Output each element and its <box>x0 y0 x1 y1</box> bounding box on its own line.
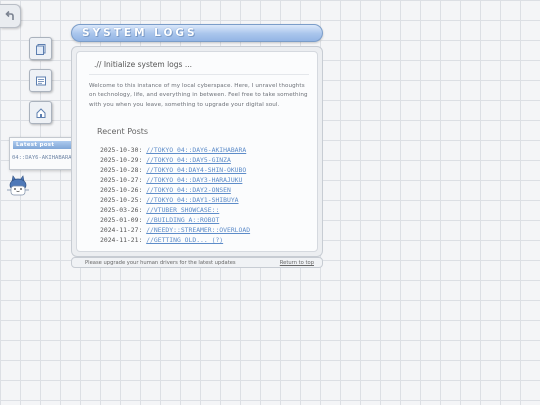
post-row: 2025-10-28: //TOKYO_04:DAY4-SHIN-OKUBO <box>100 166 246 175</box>
document-icon <box>35 43 45 55</box>
posts-button[interactable] <box>29 37 52 60</box>
post-date: 2025-03-26: <box>100 206 143 214</box>
post-link[interactable]: //TOKYO_04::DAY5-GINZA <box>146 156 231 164</box>
window-titlebar[interactable]: SYSTEM LOGS <box>71 24 323 42</box>
window-content: .// Initialize system logs ... Welcome t… <box>76 51 318 252</box>
back-button[interactable] <box>0 4 21 28</box>
window-title: SYSTEM LOGS <box>82 27 198 39</box>
recent-posts-title: Recent Posts <box>97 127 149 136</box>
windows-button[interactable] <box>29 69 52 92</box>
post-link[interactable]: //TOKYO_04:DAY4-SHIN-OKUBO <box>146 166 246 174</box>
post-link[interactable]: //NEEDY::STREAMER::OVERLOAD <box>146 226 250 234</box>
post-row: 2024-11-27: //NEEDY::STREAMER::OVERLOAD <box>100 226 250 235</box>
mascot-icon[interactable] <box>5 173 31 199</box>
page-heading: .// Initialize system logs ... <box>94 60 192 69</box>
post-row: 2024-11-21: //GETTING_OLD... (?) <box>100 236 223 245</box>
heading-divider <box>89 74 309 75</box>
post-row: 2025-10-26: //TOKYO_04::DAY2-ONSEN <box>100 186 231 195</box>
post-link[interactable]: //TOKYO_04::DAY2-ONSEN <box>146 186 231 194</box>
post-date: 2025-10-30: <box>100 146 143 154</box>
back-arrow-icon <box>5 10 14 20</box>
window-icon <box>35 76 46 85</box>
footer-message: Please upgrade your human drivers for th… <box>85 260 236 266</box>
window-footer: Please upgrade your human drivers for th… <box>71 257 323 268</box>
post-row: 2025-10-27: //TOKYO_04::DAY3-HARAJUKU <box>100 176 242 185</box>
intro-text: Welcome to this instance of my local cyb… <box>89 83 308 108</box>
post-date: 2025-01-09: <box>100 216 143 224</box>
post-link[interactable]: //TOKYO_04::DAY1-SHIBUYA <box>146 196 238 204</box>
window-frame: .// Initialize system logs ... Welcome t… <box>71 46 323 257</box>
post-row: 2025-10-29: //TOKYO_04::DAY5-GINZA <box>100 156 231 165</box>
home-icon <box>36 107 45 118</box>
post-row: 2025-03-26: //VTUBER_SHOWCASE:: <box>100 206 219 215</box>
post-date: 2025-10-26: <box>100 186 143 194</box>
post-date: 2024-11-27: <box>100 226 143 234</box>
post-link[interactable]: //VTUBER_SHOWCASE:: <box>146 206 219 214</box>
post-link[interactable]: //BUILDING_A::ROBOT <box>146 216 219 224</box>
post-row: 2025-01-09: //BUILDING_A::ROBOT <box>100 216 219 225</box>
system-logs-window: SYSTEM LOGS .// Initialize system logs .… <box>71 24 323 268</box>
post-row: 2025-10-25: //TOKYO_04::DAY1-SHIBUYA <box>100 196 239 205</box>
post-row: 2025-10-30: //TOKYO_04::DAY6-AKIHABARA <box>100 146 246 155</box>
post-link[interactable]: //TOKYO_04::DAY6-AKIHABARA <box>146 146 246 154</box>
post-date: 2024-11-21: <box>100 236 143 244</box>
home-button[interactable] <box>29 101 52 124</box>
return-to-top-link[interactable]: Return to top <box>280 260 314 266</box>
post-link[interactable]: //GETTING_OLD... (?) <box>146 236 223 244</box>
post-date: 2025-10-27: <box>100 176 143 184</box>
post-date: 2025-10-25: <box>100 196 143 204</box>
post-date: 2025-10-29: <box>100 156 143 164</box>
post-link[interactable]: //TOKYO_04::DAY3-HARAJUKU <box>146 176 242 184</box>
post-date: 2025-10-28: <box>100 166 143 174</box>
